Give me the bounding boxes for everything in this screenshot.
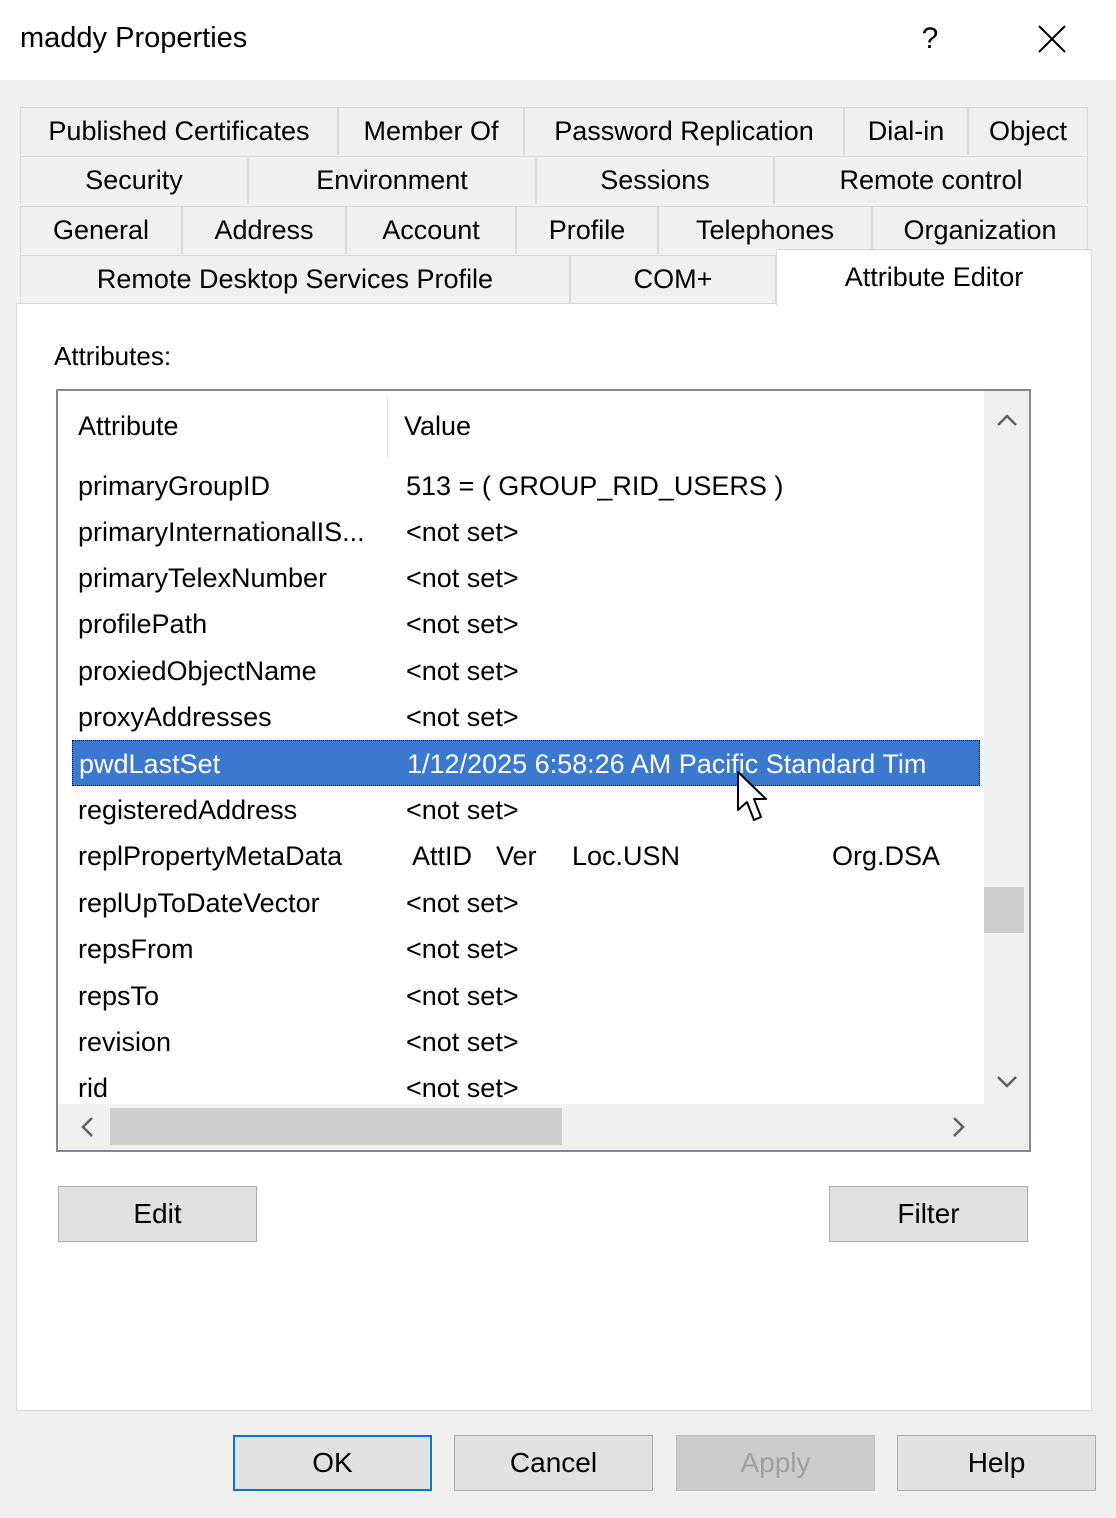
help-icon: ?: [921, 22, 939, 55]
tab-attribute-editor[interactable]: Attribute Editor: [776, 249, 1092, 305]
meta-col-attid: AttID: [412, 841, 473, 871]
table-row[interactable]: primaryTelexNumber <not set>: [58, 555, 984, 601]
row-value: <not set>: [406, 1073, 519, 1103]
close-icon: [1038, 25, 1066, 53]
row-value: 1/12/2025 6:58:26 AM Pacific Standard Ti…: [407, 749, 927, 779]
tab-published-certificates[interactable]: Published Certificates: [20, 107, 338, 155]
vertical-scroll-thumb[interactable]: [984, 887, 1024, 933]
row-attribute: replUpToDateVector: [78, 888, 320, 918]
tab-organization[interactable]: Organization: [872, 206, 1088, 254]
help-button[interactable]: ?: [900, 14, 960, 64]
row-value: <not set>: [406, 795, 519, 825]
tab-com-plus[interactable]: COM+: [570, 255, 776, 303]
tab-environment[interactable]: Environment: [248, 156, 536, 204]
row-attribute: profilePath: [78, 609, 208, 639]
tab-sessions[interactable]: Sessions: [536, 156, 774, 204]
table-row[interactable]: proxyAddresses <not set>: [58, 694, 984, 740]
attributes-list[interactable]: Attribute Value primaryGroupID 513 = ( G…: [56, 389, 1031, 1152]
table-row[interactable]: profilePath <not set>: [58, 601, 984, 647]
edit-button[interactable]: Edit: [58, 1186, 257, 1242]
chevron-down-icon: [996, 1075, 1017, 1088]
row-attribute: proxyAddresses: [78, 702, 272, 732]
scrollbar-corner: [984, 1104, 1029, 1150]
row-value: <not set>: [406, 981, 519, 1011]
chevron-right-icon: [953, 1117, 965, 1137]
scroll-up-button[interactable]: [984, 397, 1029, 442]
chevron-left-icon: [81, 1117, 93, 1137]
tab-dial-in[interactable]: Dial-in: [844, 107, 968, 155]
tab-member-of[interactable]: Member Of: [338, 107, 524, 155]
row-attribute: registeredAddress: [78, 795, 298, 825]
meta-col-locusn: Loc.USN: [572, 841, 681, 871]
row-value: 513 = ( GROUP_RID_USERS ): [406, 471, 784, 501]
table-row[interactable]: replPropertyMetaData AttID Ver Loc.USN O…: [58, 833, 984, 879]
scroll-down-button[interactable]: [984, 1059, 1029, 1104]
row-value: <not set>: [406, 656, 519, 686]
row-attribute: repsTo: [78, 981, 160, 1011]
tab-object[interactable]: Object: [968, 107, 1088, 155]
scroll-left-button[interactable]: [64, 1104, 110, 1150]
row-value: <not set>: [406, 517, 519, 547]
row-attribute: revision: [78, 1027, 172, 1057]
row-value: <not set>: [406, 888, 519, 918]
attributes-label: Attributes:: [54, 341, 172, 371]
table-row[interactable]: primaryGroupID 513 = ( GROUP_RID_USERS ): [58, 463, 984, 509]
meta-col-ver: Ver: [496, 841, 537, 871]
row-attribute: pwdLastSet: [79, 749, 221, 779]
table-row[interactable]: primaryInternationalIS... <not set>: [58, 509, 984, 555]
list-header: Attribute Value: [58, 391, 984, 463]
row-attribute: repsFrom: [78, 934, 194, 964]
vertical-scrollbar[interactable]: [984, 391, 1029, 1104]
tab-password-replication[interactable]: Password Replication: [524, 107, 844, 155]
tab-remote-desktop-services-profile[interactable]: Remote Desktop Services Profile: [20, 255, 570, 303]
row-attribute: primaryTelexNumber: [78, 563, 328, 593]
row-value: <not set>: [406, 1027, 519, 1057]
row-value: <not set>: [406, 563, 519, 593]
table-row[interactable]: proxiedObjectName <not set>: [58, 648, 984, 694]
row-attribute: primaryInternationalIS...: [78, 517, 365, 547]
row-attribute: rid: [78, 1073, 109, 1103]
row-value: <not set>: [406, 934, 519, 964]
filter-button[interactable]: Filter: [829, 1186, 1028, 1242]
column-divider[interactable]: [387, 395, 388, 459]
table-row[interactable]: revision <not set>: [58, 1019, 984, 1065]
table-row[interactable]: repsFrom <not set>: [58, 926, 984, 972]
table-row-selected[interactable]: pwdLastSet 1/12/2025 6:58:26 AM Pacific …: [72, 740, 980, 786]
row-value: <not set>: [406, 702, 519, 732]
row-value: <not set>: [406, 609, 519, 639]
tab-security[interactable]: Security: [20, 156, 248, 204]
tab-telephones[interactable]: Telephones: [658, 206, 872, 254]
close-button[interactable]: [1022, 14, 1082, 64]
row-attribute: proxiedObjectName: [78, 656, 317, 686]
horizontal-scroll-thumb[interactable]: [110, 1108, 562, 1145]
apply-button[interactable]: Apply: [676, 1435, 875, 1491]
column-header-attribute[interactable]: Attribute: [78, 411, 179, 442]
cancel-button[interactable]: Cancel: [454, 1435, 653, 1491]
window-title: maddy Properties: [20, 22, 248, 54]
tab-address[interactable]: Address: [182, 206, 346, 254]
ok-button[interactable]: OK: [233, 1435, 432, 1491]
chevron-up-icon: [996, 413, 1017, 426]
table-row[interactable]: registeredAddress <not set>: [58, 787, 984, 833]
row-attribute: primaryGroupID: [78, 471, 271, 501]
tab-account[interactable]: Account: [346, 206, 516, 254]
scroll-right-button[interactable]: [936, 1104, 982, 1150]
help-dialog-button[interactable]: Help: [897, 1435, 1096, 1491]
tab-profile[interactable]: Profile: [516, 206, 658, 254]
row-attribute: replPropertyMetaData: [78, 841, 343, 871]
table-row[interactable]: replUpToDateVector <not set>: [58, 880, 984, 926]
tab-general[interactable]: General: [20, 206, 182, 254]
table-row[interactable]: repsTo <not set>: [58, 973, 984, 1019]
mouse-pointer-icon: [737, 771, 767, 821]
horizontal-scrollbar[interactable]: [58, 1104, 984, 1150]
meta-col-orgdsa: Org.DSA: [832, 841, 941, 871]
tab-remote-control[interactable]: Remote control: [774, 156, 1088, 204]
title-bar: maddy Properties ?: [0, 0, 1116, 80]
column-header-value[interactable]: Value: [404, 411, 471, 442]
